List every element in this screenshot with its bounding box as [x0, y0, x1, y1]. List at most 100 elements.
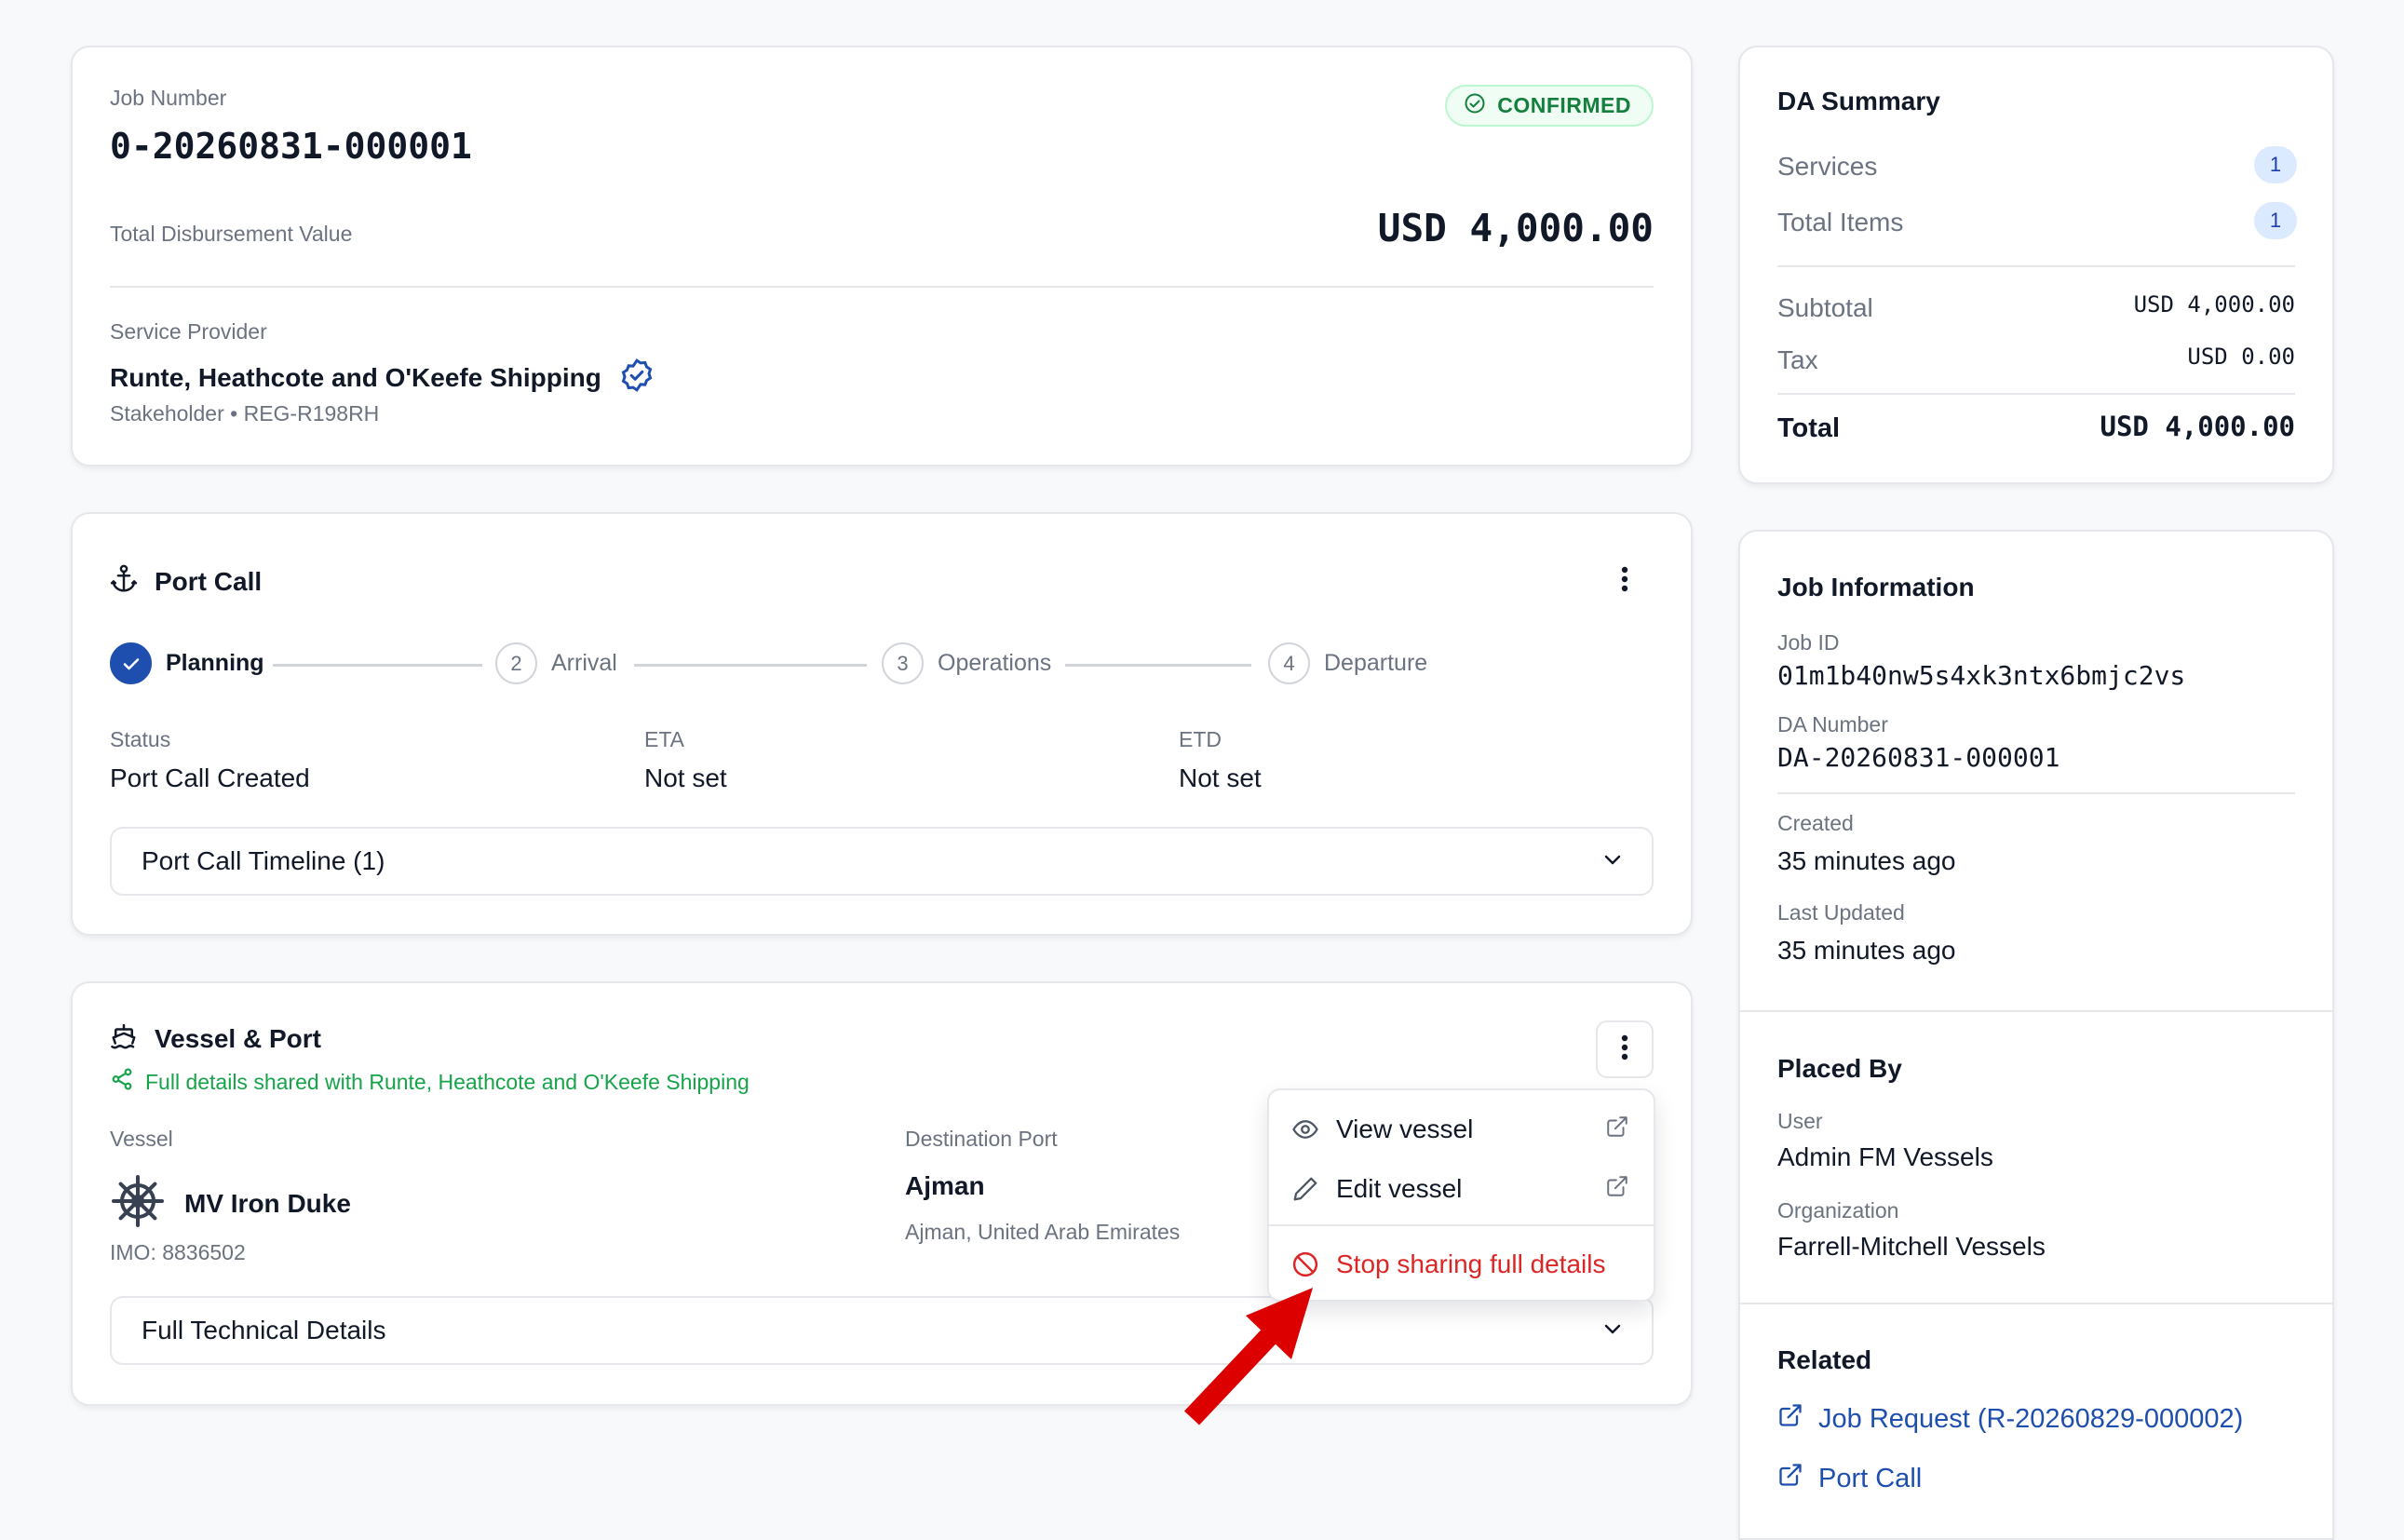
step-planning-check-icon — [110, 642, 152, 684]
sharing-status-text: Full details shared with Runte, Heathcot… — [145, 1069, 750, 1094]
ship-icon — [110, 1022, 138, 1055]
vessel-imo: IMO: 8836502 — [110, 1240, 246, 1264]
job-id-value: 01m1b40nw5s4xk3ntx6bmjc2vs — [1777, 660, 2186, 691]
user-label: User — [1777, 1109, 1823, 1133]
step-departure-label: Departure — [1324, 650, 1428, 676]
etd-label: ETD — [1179, 727, 1222, 751]
related-title: Related — [1777, 1345, 1872, 1374]
port-call-timeline-label: Port Call Timeline (1) — [142, 846, 385, 875]
subtotal-value: USD 4,000.00 — [2133, 291, 2295, 317]
step-operations-number: 3 — [882, 642, 924, 684]
placed-by-title: Placed By — [1777, 1054, 1902, 1083]
status-badge-label: CONFIRMED — [1497, 93, 1631, 117]
external-link-icon — [1605, 1114, 1629, 1145]
eta-label: ETA — [644, 727, 685, 751]
step-departure-number: 4 — [1268, 642, 1310, 684]
check-circle-icon — [1464, 92, 1486, 120]
vessel-more-button[interactable] — [1596, 1020, 1654, 1078]
status-label: Status — [110, 727, 171, 751]
job-request-link[interactable]: Job Request (R-20260829-000002) — [1777, 1402, 2243, 1436]
vessel-label: Vessel — [110, 1127, 173, 1151]
anchor-icon — [110, 564, 138, 599]
job-information-card: Job Information Job ID 01m1b40nw5s4xk3nt… — [1738, 530, 2334, 1540]
services-count-badge: 1 — [2254, 146, 2297, 183]
annotation-arrow-icon — [1184, 1288, 1313, 1425]
port-call-link-label: Port Call — [1818, 1463, 1923, 1493]
port-call-card: Port Call Planning 2 Arrival 3 Operation… — [71, 512, 1693, 936]
divider — [1777, 792, 2295, 794]
view-vessel-menu-item[interactable]: View vessel — [1269, 1100, 1654, 1159]
total-items-label: Total Items — [1777, 208, 1904, 236]
status-badge: CONFIRMED — [1445, 85, 1654, 127]
destination-port-name: Ajman — [905, 1171, 985, 1200]
job-id-label: Job ID — [1777, 630, 1840, 655]
last-updated-value: 35 minutes ago — [1777, 936, 1956, 965]
job-number: 0-20260831-000001 — [110, 126, 472, 167]
chevron-down-icon — [1601, 1317, 1624, 1344]
port-call-timeline-accordion[interactable]: Port Call Timeline (1) — [110, 827, 1654, 896]
more-vertical-icon — [1621, 566, 1628, 597]
ban-icon — [1291, 1250, 1321, 1278]
step-connector — [273, 664, 482, 667]
external-link-icon — [1605, 1174, 1629, 1205]
technical-details-accordion[interactable]: Full Technical Details — [110, 1296, 1654, 1365]
da-number-label: DA Number — [1777, 712, 1888, 736]
divider — [1777, 265, 2295, 267]
technical-details-label: Full Technical Details — [142, 1316, 386, 1344]
service-provider-meta: Stakeholder • REG-R198RH — [110, 401, 380, 426]
service-provider: Runte, Heathcote and O'Keefe Shipping — [110, 357, 655, 399]
section-divider — [1740, 1010, 2332, 1012]
tax-label: Tax — [1777, 345, 1818, 374]
external-link-icon — [1777, 1402, 1803, 1436]
tax-value: USD 0.00 — [2187, 344, 2295, 370]
divider — [1777, 393, 2295, 395]
service-provider-name: Runte, Heathcote and O'Keefe Shipping — [110, 362, 601, 392]
step-connector — [1065, 664, 1251, 667]
destination-port-label: Destination Port — [905, 1127, 1058, 1151]
port-call-header: Port Call — [110, 564, 262, 599]
vessel-port-title: Vessel & Port — [155, 1023, 321, 1053]
da-summary-card: DA Summary Services 1 Total Items 1 Subt… — [1738, 46, 2334, 484]
job-information-title: Job Information — [1777, 573, 1975, 601]
step-connector — [634, 664, 867, 667]
step-planning-label: Planning — [166, 650, 264, 676]
last-updated-label: Last Updated — [1777, 900, 1905, 925]
total-items-count-badge: 1 — [2254, 202, 2297, 239]
menu-divider — [1269, 1224, 1654, 1226]
job-summary-card: Job Number 0-20260831-000001 CONFIRMED T… — [71, 46, 1693, 466]
share-icon — [110, 1067, 134, 1097]
vessel-actions-menu: View vessel Edit vessel Stop sharing ful… — [1267, 1088, 1655, 1302]
total-value: USD 4,000.00 — [2100, 411, 2295, 442]
organization-label: Organization — [1777, 1198, 1899, 1223]
port-call-more-button[interactable] — [1596, 552, 1654, 610]
subtotal-label: Subtotal — [1777, 293, 1873, 322]
created-value: 35 minutes ago — [1777, 846, 1956, 875]
more-vertical-icon — [1621, 1034, 1628, 1065]
section-divider — [1740, 1303, 2332, 1304]
edit-vessel-label: Edit vessel — [1336, 1174, 1463, 1203]
view-vessel-label: View vessel — [1336, 1114, 1474, 1143]
ship-wheel-icon — [110, 1173, 166, 1234]
user-value: Admin FM Vessels — [1777, 1142, 1993, 1171]
service-provider-label: Service Provider — [110, 319, 267, 344]
created-label: Created — [1777, 811, 1854, 835]
vessel-name-row: MV Iron Duke — [110, 1173, 351, 1234]
pencil-icon — [1291, 1175, 1321, 1203]
sharing-status: Full details shared with Runte, Heathcot… — [110, 1067, 750, 1097]
port-call-link[interactable]: Port Call — [1777, 1462, 1922, 1495]
stop-sharing-label: Stop sharing full details — [1336, 1250, 1606, 1278]
vessel-name[interactable]: MV Iron Duke — [184, 1189, 351, 1219]
services-label: Services — [1777, 152, 1878, 181]
vessel-port-header: Vessel & Port — [110, 1022, 321, 1055]
total-disbursement-value: USD 4,000.00 — [1377, 206, 1654, 250]
total-label: Total — [1777, 413, 1841, 443]
verified-badge-icon — [618, 357, 655, 399]
etd-value: Not set — [1179, 763, 1262, 792]
edit-vessel-menu-item[interactable]: Edit vessel — [1269, 1159, 1654, 1219]
step-arrival-label: Arrival — [551, 650, 617, 676]
step-arrival-number: 2 — [495, 642, 537, 684]
total-disbursement-label: Total Disbursement Value — [110, 222, 353, 246]
port-call-title: Port Call — [155, 566, 263, 596]
eta-value: Not set — [644, 763, 727, 792]
job-number-label: Job Number — [110, 86, 227, 110]
